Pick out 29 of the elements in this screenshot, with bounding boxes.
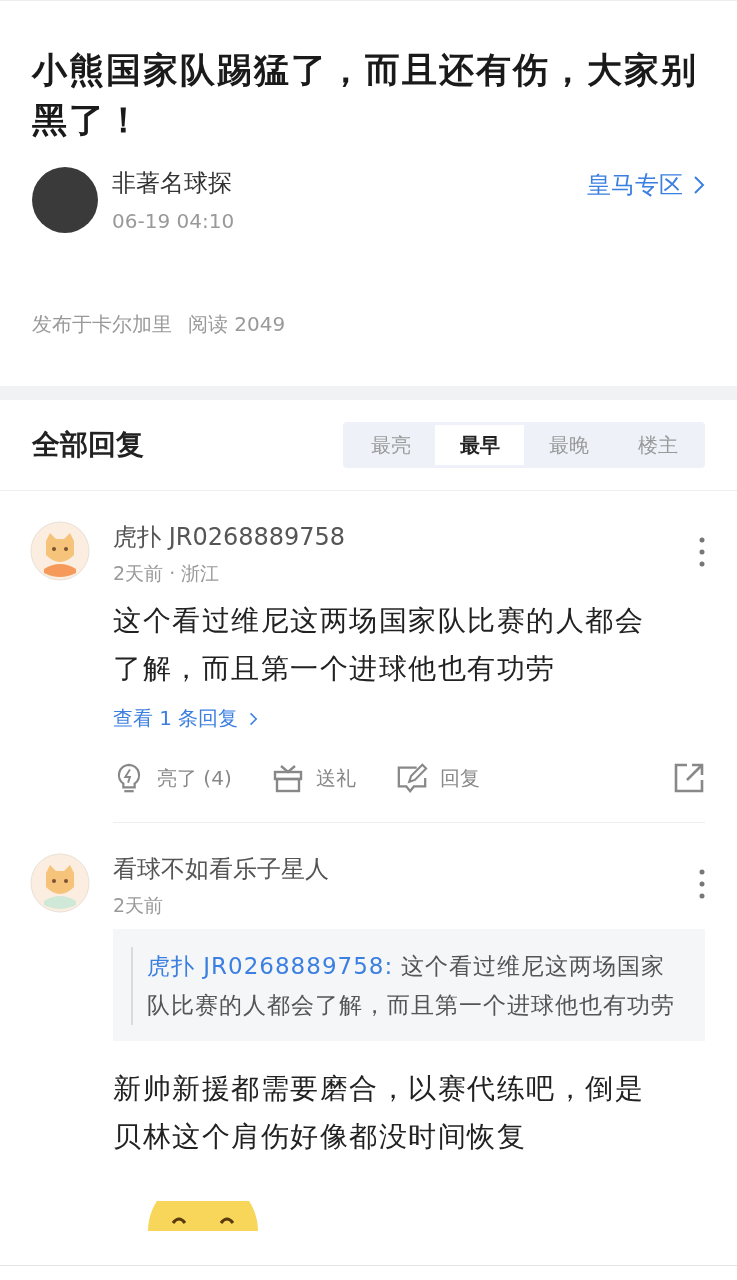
chevron-right-icon <box>693 175 705 195</box>
replies-heading: 全部回复 <box>32 427 144 463</box>
reply-button[interactable]: 回复 <box>395 762 480 794</box>
sort-tab[interactable]: 楼主 <box>613 425 702 465</box>
post-title: 小熊国家队踢猛了，而且还有伤，大家别黑了！ <box>32 49 699 142</box>
gift-button[interactable]: 送礼 <box>271 762 356 794</box>
author-name[interactable]: 非著名球探 <box>112 167 573 199</box>
more-icon[interactable] <box>699 537 705 567</box>
post-meta: 发布于卡尔加里 <box>32 311 172 338</box>
username[interactable]: 看球不如看乐子星人 <box>113 853 699 885</box>
view-replies-link[interactable]: 查看 1 条回复 <box>113 705 259 732</box>
share-icon[interactable] <box>673 762 705 794</box>
comment-meta: 2天前 <box>113 893 165 918</box>
edit-icon <box>395 762 428 794</box>
like-button[interactable]: 亮了 (4) <box>113 762 232 794</box>
sort-tab[interactable]: 最晚 <box>524 425 613 465</box>
sort-tab[interactable]: 最亮 <box>346 425 435 465</box>
post-time: 06-19 04:10 <box>112 209 236 233</box>
chevron-right-icon <box>248 710 259 727</box>
username[interactable]: 虎扑 JR0268889758 <box>113 521 699 553</box>
post-meta: 阅读 2049 <box>188 311 286 338</box>
section-link[interactable]: 皇马专区 <box>587 169 705 201</box>
gift-icon <box>271 762 304 794</box>
more-icon[interactable] <box>699 869 705 899</box>
comment-meta: 2天前 · 浙江 <box>113 561 221 586</box>
quoted-text: 虎扑 JR0268889758: 这个看过维尼这两场国家队比赛的人都会了解，而且第一个进球他也有功劳 <box>131 947 677 1025</box>
comment-text: 新帅新援都需要磨合，以赛代练吧，倒是贝林这个肩伤好像都没时间恢复 <box>113 1071 645 1155</box>
comment-text: 这个看过维尼这两场国家队比赛的人都会了解，而且第一个进球他也有功劳 <box>113 603 645 687</box>
sort-tab[interactable]: 最早 <box>435 425 524 465</box>
